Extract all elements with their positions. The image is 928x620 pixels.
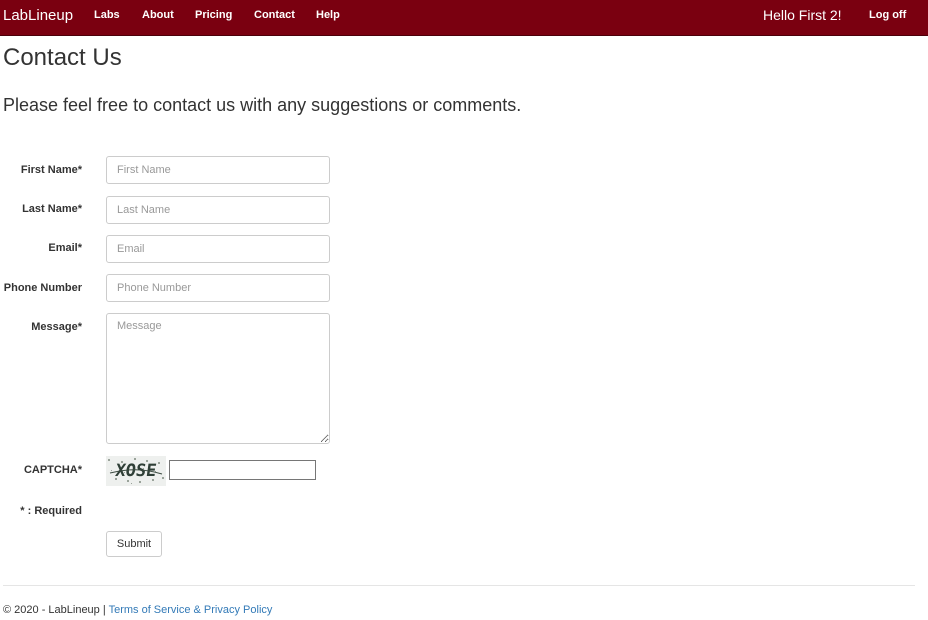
captcha-image: XOSE	[106, 456, 166, 486]
nav-link-pricing[interactable]: Pricing	[195, 9, 232, 22]
email-input[interactable]	[106, 235, 330, 263]
required-note: * : Required	[20, 505, 82, 517]
terms-privacy-link[interactable]: Terms of Service & Privacy Policy	[109, 604, 273, 616]
last-name-label: Last Name*	[22, 203, 82, 215]
message-label: Message*	[31, 321, 82, 333]
user-greeting[interactable]: Hello First 2!	[763, 7, 842, 24]
nav-link-about[interactable]: About	[142, 9, 174, 22]
first-name-input[interactable]	[106, 156, 330, 184]
footer-copyright: © 2020 - LabLineup	[3, 604, 100, 616]
footer-separator: |	[102, 604, 106, 616]
email-label: Email*	[48, 242, 82, 254]
nav-link-labs[interactable]: Labs	[94, 9, 120, 22]
navbar: LabLineup Labs About Pricing Contact Hel…	[0, 0, 928, 36]
last-name-input[interactable]	[106, 196, 330, 224]
phone-number-input[interactable]	[106, 274, 330, 302]
phone-number-label: Phone Number	[3, 282, 82, 294]
page-title: Contact Us	[3, 44, 122, 71]
first-name-label: First Name*	[20, 164, 82, 176]
captcha-label: CAPTCHA*	[23, 464, 82, 476]
submit-button[interactable]: Submit	[106, 531, 162, 557]
message-textarea[interactable]	[106, 313, 330, 444]
nav-link-help[interactable]: Help	[316, 9, 340, 22]
logoff-link[interactable]: Log off	[869, 9, 906, 22]
captcha-input[interactable]	[169, 460, 316, 480]
brand-link[interactable]: LabLineup	[3, 7, 73, 25]
nav-link-contact[interactable]: Contact	[254, 9, 295, 22]
footer: © 2020 - LabLineup | Terms of Service & …	[3, 604, 272, 617]
page-subtitle: Please feel free to contact us with any …	[3, 95, 522, 115]
footer-divider	[3, 585, 915, 586]
